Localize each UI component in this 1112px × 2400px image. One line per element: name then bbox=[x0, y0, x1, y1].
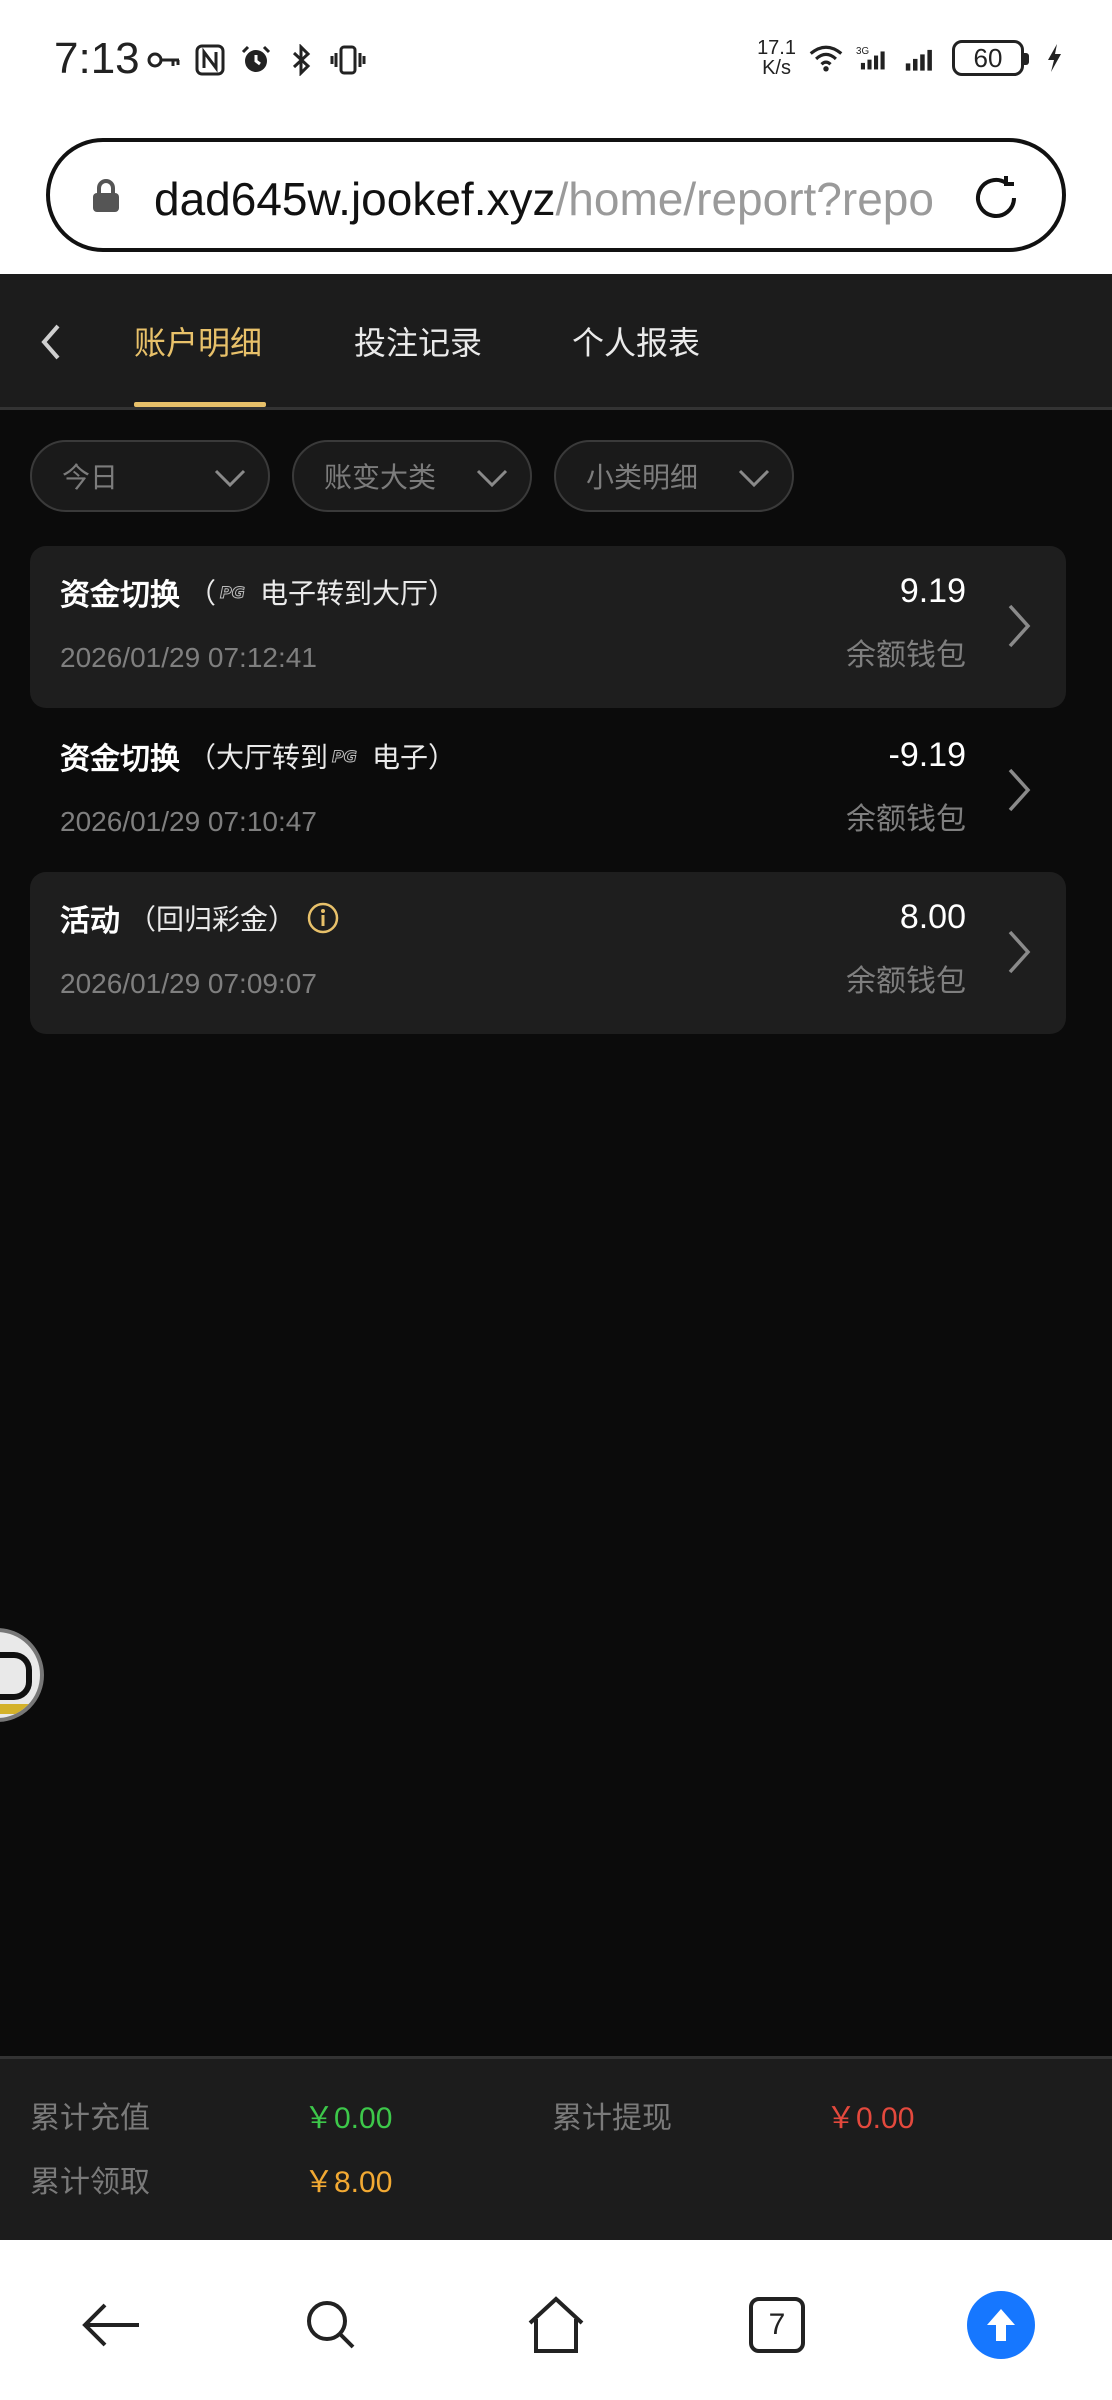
tab-account-details[interactable]: 账户明细 bbox=[134, 318, 262, 364]
record-subtitle-after: 电子） bbox=[372, 741, 457, 774]
record-subtitle-prefix: （ bbox=[188, 577, 217, 610]
summary-panel: 累计充值 ￥0.00 累计提现 ￥0.00 累计领取 ￥8.00 bbox=[0, 2056, 1112, 2240]
status-bar: 7:13 17.1 K/s 3G 60 bbox=[0, 0, 1112, 128]
back-arrow-icon bbox=[82, 2303, 139, 2347]
wifi-icon bbox=[808, 40, 844, 76]
upload-icon bbox=[967, 2291, 1035, 2359]
filter-date[interactable]: 今日 bbox=[30, 440, 270, 512]
total-recharge-label: 累计充值 bbox=[30, 2101, 150, 2136]
chevron-right-icon bbox=[1002, 764, 1034, 820]
total-recharge-value: ￥0.00 bbox=[304, 2102, 393, 2135]
total-claim-label: 累计领取 bbox=[30, 2165, 150, 2200]
total-claim-value: ￥8.00 bbox=[304, 2166, 393, 2199]
reload-icon[interactable] bbox=[966, 168, 1026, 232]
record-type: 资金切换 bbox=[60, 578, 180, 613]
bluetooth-icon bbox=[284, 42, 320, 78]
signal-3g-icon: 3G bbox=[856, 40, 892, 76]
record-subtitle: （大厅转到 PG 电子） bbox=[188, 736, 456, 776]
total-withdraw-value: ￥0.00 bbox=[826, 2102, 915, 2135]
browser-bottom-nav: 7 bbox=[0, 2240, 1112, 2400]
record-subtitle-text: 电子转到大厅） bbox=[260, 577, 457, 610]
badge-stripe bbox=[0, 1704, 40, 1714]
nav-upload-button[interactable] bbox=[966, 2290, 1036, 2360]
alarm-icon bbox=[238, 42, 274, 78]
status-time: 7:13 bbox=[54, 34, 140, 83]
charging-icon bbox=[1036, 40, 1072, 76]
svg-text:PG: PG bbox=[220, 583, 245, 602]
record-type: 资金切换 bbox=[60, 742, 180, 777]
total-withdraw-label: 累计提现 bbox=[552, 2101, 672, 2136]
record-card[interactable]: 资金切换 （ PG 电子转到大厅） 2026/01/29 07:12:41 9.… bbox=[30, 546, 1066, 708]
nfc-icon bbox=[192, 42, 228, 78]
active-tab-indicator bbox=[134, 402, 266, 407]
pg-logo-icon: PG bbox=[218, 580, 258, 604]
vibrate-icon bbox=[330, 42, 366, 78]
filter-subcategory[interactable]: 小类明细 bbox=[554, 440, 794, 512]
status-left-icons bbox=[146, 42, 366, 78]
lock-icon bbox=[90, 178, 122, 218]
record-wallet: 余额钱包 bbox=[846, 638, 966, 673]
battery-indicator: 60 bbox=[952, 40, 1029, 76]
nav-back-button[interactable] bbox=[76, 2290, 146, 2360]
filter-category-label: 账变大类 bbox=[324, 461, 437, 494]
record-type: 活动 bbox=[60, 904, 120, 939]
url-domain: dad645w.jookef.xyz bbox=[154, 173, 556, 225]
record-amount: 8.00 bbox=[899, 898, 966, 936]
record-subtitle: （回归彩金） bbox=[128, 903, 297, 936]
record-card[interactable]: 资金切换 （大厅转到 PG 电子） 2026/01/29 07:10:47 -9… bbox=[30, 710, 1066, 872]
url-path: /home/report?repo bbox=[555, 173, 934, 225]
floating-game-badge[interactable] bbox=[0, 1628, 44, 1722]
address-bar[interactable]: dad645w.jookef.xyz/home/report?repo bbox=[46, 138, 1066, 252]
record-wallet: 余额钱包 bbox=[846, 964, 966, 999]
record-subtitle: （ PG 电子转到大厅） bbox=[188, 572, 456, 612]
filter-category[interactable]: 账变大类 bbox=[292, 440, 532, 512]
signal-icon bbox=[904, 40, 940, 76]
record-wallet: 余额钱包 bbox=[846, 802, 966, 837]
search-icon bbox=[307, 2301, 355, 2349]
svg-text:3G: 3G bbox=[856, 46, 869, 57]
record-amount: -9.19 bbox=[888, 736, 967, 774]
record-amount: 9.19 bbox=[899, 572, 966, 610]
record-card[interactable]: 活动 （回归彩金） 2026/01/29 07:09:07 8.00 余额钱包 bbox=[30, 872, 1066, 1034]
nav-tabs-button[interactable]: 7 bbox=[742, 2290, 812, 2360]
info-icon[interactable] bbox=[306, 901, 340, 935]
svg-text:PG: PG bbox=[332, 747, 357, 766]
nav-home-button[interactable] bbox=[521, 2290, 591, 2360]
nav-search-button[interactable] bbox=[296, 2290, 366, 2360]
record-time: 2026/01/29 07:09:07 bbox=[60, 968, 317, 999]
filter-date-label: 今日 bbox=[62, 461, 119, 494]
record-time: 2026/01/29 07:12:41 bbox=[60, 642, 317, 673]
pg-logo-icon: PG bbox=[330, 744, 370, 768]
badge-glyph bbox=[0, 1652, 32, 1700]
report-tab-bar: 账户明细 投注记录 个人报表 bbox=[0, 274, 1112, 410]
key-icon bbox=[146, 42, 182, 78]
chevron-down-icon bbox=[474, 462, 510, 499]
tabs-count: 7 bbox=[749, 2297, 805, 2353]
network-speed-value: 17.1 bbox=[757, 37, 796, 59]
network-speed-unit: K/s bbox=[762, 57, 791, 79]
tab-personal-report[interactable]: 个人报表 bbox=[572, 318, 700, 364]
tab-bet-records[interactable]: 投注记录 bbox=[354, 318, 482, 364]
browser-toolbar: dad645w.jookef.xyz/home/report?repo bbox=[0, 128, 1112, 274]
record-title: 资金切换 （大厅转到 PG 电子） bbox=[60, 734, 456, 778]
filter-subcategory-label: 小类明细 bbox=[586, 461, 699, 494]
record-title: 资金切换 （ PG 电子转到大厅） bbox=[60, 570, 456, 614]
status-right-icons: 17.1 K/s 3G 60 bbox=[757, 38, 1072, 78]
chevron-down-icon bbox=[212, 462, 248, 499]
chevron-right-icon bbox=[1002, 926, 1034, 982]
record-subtitle-before: （大厅转到 bbox=[188, 741, 329, 774]
record-title: 活动 （回归彩金） bbox=[60, 896, 340, 940]
chevron-down-icon bbox=[736, 462, 772, 499]
network-speed: 17.1 K/s bbox=[757, 38, 796, 78]
back-arrow-icon[interactable] bbox=[28, 318, 76, 366]
chevron-right-icon bbox=[1002, 600, 1034, 656]
record-time: 2026/01/29 07:10:47 bbox=[60, 806, 317, 837]
home-icon bbox=[528, 2296, 584, 2353]
url-text[interactable]: dad645w.jookef.xyz/home/report?repo bbox=[154, 172, 978, 226]
